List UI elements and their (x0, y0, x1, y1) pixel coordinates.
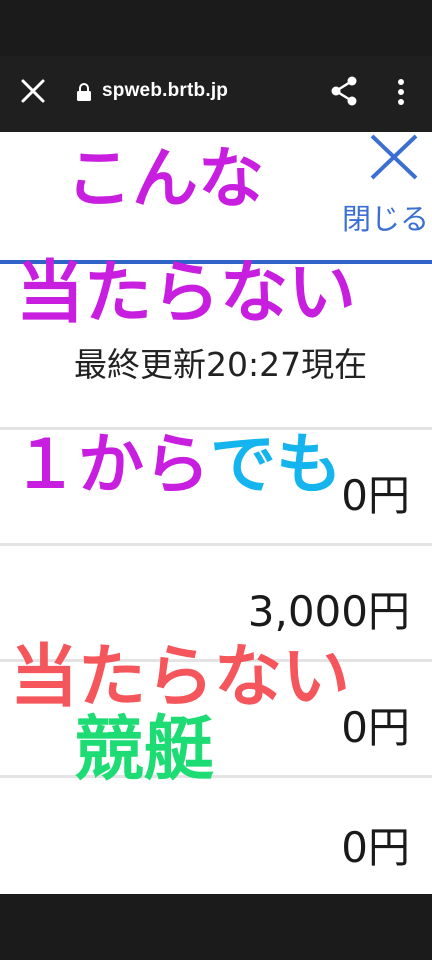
row-divider (0, 543, 432, 546)
caption-line-5: 競艇 (74, 708, 214, 790)
caption-line-4: 当たらない (10, 638, 351, 717)
caption-line-1: こんな (66, 140, 264, 217)
more-vert-icon[interactable] (394, 78, 408, 106)
page-content: 閉じる 最終更新20:27現在 0円 3,000円 0円 0円 (0, 132, 432, 894)
status-bar (0, 0, 432, 56)
last-updated-text: 最終更新20:27現在 (74, 345, 368, 384)
close-icon[interactable] (20, 78, 46, 104)
amount-value: 0円 (341, 823, 410, 872)
caption-line-3b: でも (210, 426, 342, 503)
close-link[interactable]: 閉じる (342, 196, 429, 238)
browser-toolbar: spweb.brtb.jp (0, 56, 432, 132)
row-divider (0, 775, 432, 778)
lock-icon (77, 83, 91, 101)
close-x-icon[interactable] (366, 134, 426, 180)
share-icon[interactable] (330, 76, 358, 106)
navigation-bar (0, 894, 432, 960)
caption-line-3a: １から (12, 426, 210, 503)
url-text[interactable]: spweb.brtb.jp (102, 80, 228, 102)
amount-value: 3,000円 (247, 587, 410, 636)
amount-value: 0円 (341, 703, 410, 752)
amount-value: 0円 (341, 471, 410, 520)
caption-line-2: 当たらない (16, 254, 357, 333)
